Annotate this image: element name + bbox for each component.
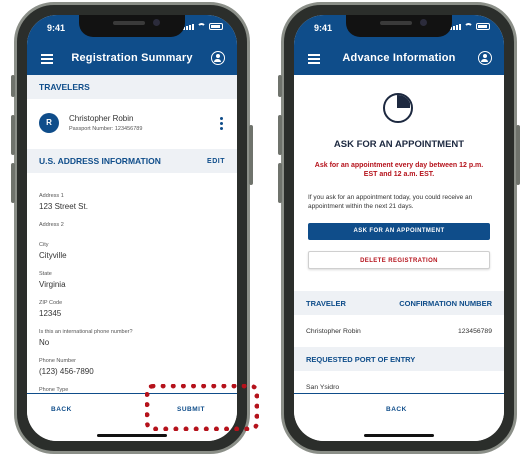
travelers-header: TRAVELERS [39,82,90,92]
wifi-icon [464,23,473,30]
page-title: Registration Summary [71,52,193,64]
traveler-table-row: Christopher Robin 123456789 [294,317,504,347]
volume-down-button [11,163,15,203]
more-options-icon[interactable] [220,117,223,132]
back-button[interactable]: BACK [51,406,72,413]
profile-icon[interactable] [211,51,225,65]
traveler-table-header: TRAVELER CONFIRMATION NUMBER [294,291,504,315]
registration-summary-content: TRAVELERS R Christopher Robin Passport N… [27,75,237,393]
field-address-1: Address 1 123 Street St. [27,193,237,211]
address-section-header: U.S. ADDRESS INFORMATION EDIT [27,149,237,173]
traveler-column-header: TRAVELER [306,299,346,308]
field-zip: ZIP Code 12345 [27,300,237,318]
edit-button[interactable]: EDIT [207,158,225,165]
appointment-hours-warning: Ask for an appointment every day between… [314,162,484,178]
traveler-name: Christopher Robin [69,114,134,123]
status-icons [450,23,490,30]
volume-up-button [11,115,15,155]
home-indicator [97,434,167,437]
notch [346,15,452,37]
port-of-entry-header: REQUESTED PORT OF ENTRY [294,347,504,371]
home-indicator [364,434,434,437]
field-label: State [39,271,52,277]
travelers-section-header: TRAVELERS [27,75,237,99]
status-time: 9:41 [47,23,66,33]
field-label: ZIP Code [39,300,63,306]
port-of-entry-value: San Ysidro [306,384,340,391]
volume-up-button [278,115,282,155]
profile-icon[interactable] [478,51,492,65]
field-value: (123) 456-7890 [39,367,94,376]
appointment-heading: ASK FOR AN APPOINTMENT [333,139,465,150]
passport-number: Passport Number: 123456789 [69,126,143,132]
port-of-entry-row: San Ysidro [294,373,504,393]
power-button [516,125,520,185]
right-screen: 9:41 Advance Information ASK FOR AN APPO… [294,15,504,441]
status-icons [183,23,223,30]
field-label: Phone Number [39,358,76,364]
menu-icon[interactable] [308,54,320,64]
right-phone-frame: 9:41 Advance Information ASK FOR AN APPO… [278,2,520,454]
notch [79,15,185,37]
field-value: Virginia [39,280,66,289]
clock-icon [383,93,413,123]
status-time: 9:41 [314,23,333,33]
field-label: Address 2 [39,222,64,228]
avatar: R [39,113,59,133]
address-header: U.S. ADDRESS INFORMATION [39,156,161,166]
field-state: State Virginia [27,271,237,289]
field-label: Address 1 [39,193,64,199]
field-value: No [39,338,50,347]
field-label: Is this an international phone number? [39,329,133,335]
volume-down-button [278,163,282,203]
battery-icon [476,23,490,30]
field-address-2: Address 2 [27,222,237,228]
field-phone-number: Phone Number (123) 456-7890 [27,358,237,376]
mute-switch [278,75,282,97]
traveler-row: R Christopher Robin Passport Number: 123… [27,99,237,149]
advance-information-content: ASK FOR AN APPOINTMENT Ask for an appoin… [294,75,504,393]
battery-icon [209,23,223,30]
confirmation-number: 123456789 [457,328,492,335]
page-title: Advance Information [342,52,456,64]
back-button[interactable]: BACK [386,406,407,413]
delete-registration-button[interactable]: DELETE REGISTRATION [308,251,490,269]
bottom-action-bar: BACK [294,393,504,441]
field-international-phone: Is this an international phone number? N… [27,329,237,347]
wifi-icon [197,23,206,30]
ask-for-appointment-button[interactable]: ASK FOR AN APPOINTMENT [308,223,490,240]
field-value: 123 Street St. [39,202,88,211]
submit-highlight-outline [145,384,259,431]
traveler-name: Christopher Robin [306,328,361,335]
confirmation-column-header: CONFIRMATION NUMBER [399,299,492,308]
mute-switch [11,75,15,97]
field-label: City [39,242,49,248]
appointment-info-text: If you ask for an appointment today, you… [308,194,473,210]
field-value: 12345 [39,309,62,318]
menu-icon[interactable] [41,54,53,64]
power-button [249,125,253,185]
field-value: Cityville [39,251,67,260]
left-screen: 9:41 Registration Summary TRAVELERS R Ch… [27,15,237,441]
port-of-entry-label: REQUESTED PORT OF ENTRY [306,355,416,364]
field-city: City Cityville [27,242,237,260]
